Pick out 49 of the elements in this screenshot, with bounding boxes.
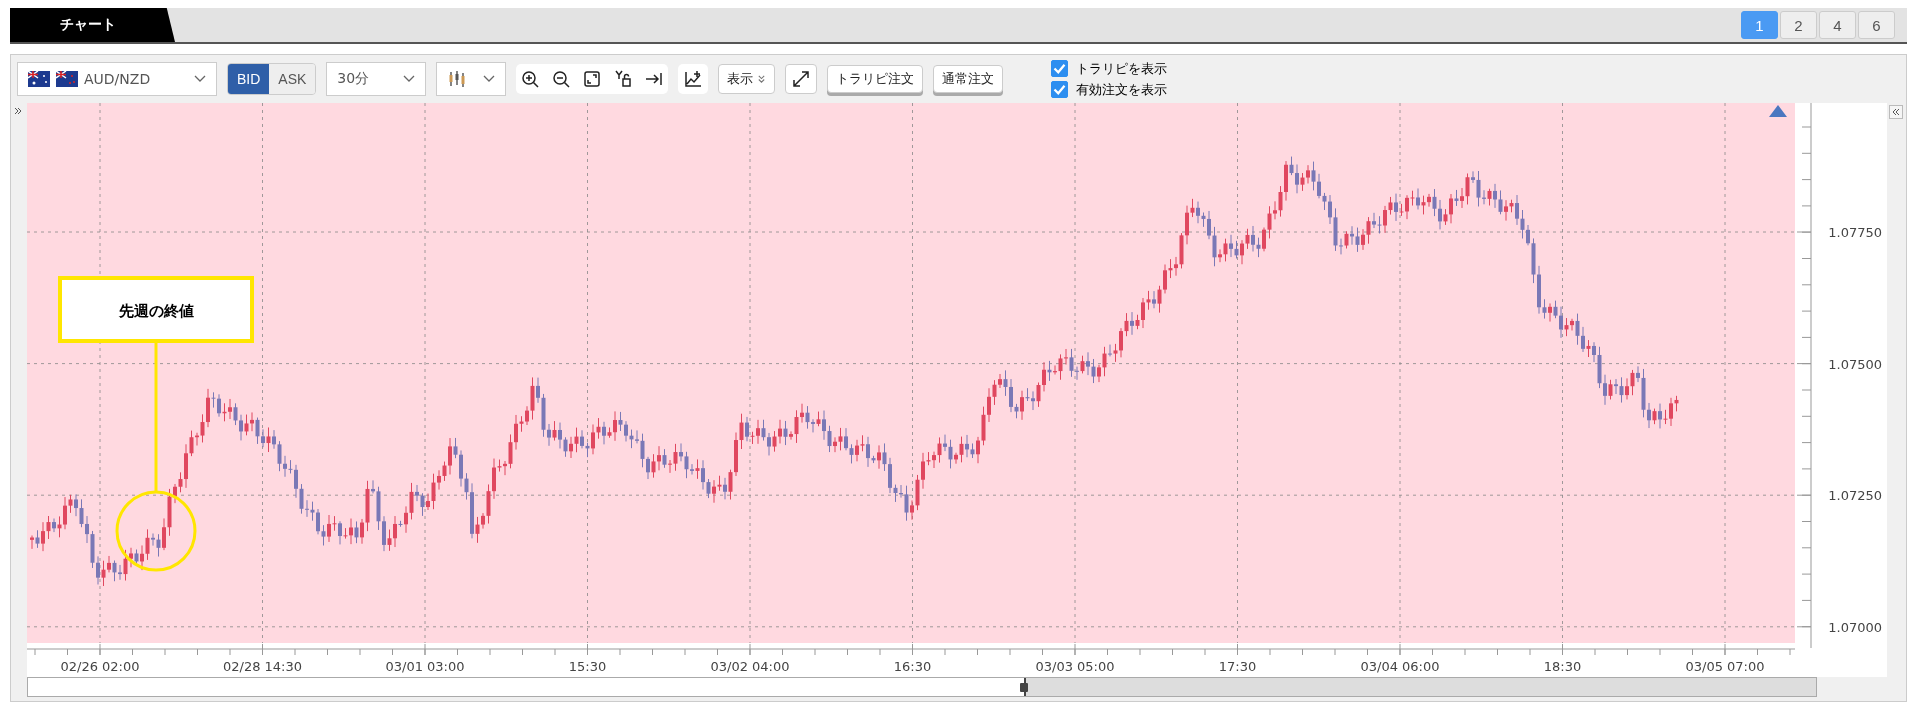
time-label: 16:30 [893,659,932,674]
fullscreen-button[interactable] [785,64,818,94]
triangle-marker-icon [1769,105,1787,117]
price-label: 1.07750 [1828,225,1882,240]
expand-left-panel-icon[interactable] [13,106,23,116]
flag-icon [28,71,50,87]
candlestick-icon [447,69,468,89]
add-indicator-icon[interactable] [678,64,709,94]
order-button[interactable]: 通常注文 [933,65,1004,93]
time-label: 03/05 07:00 [1685,659,1765,674]
price-label: 1.07250 [1828,488,1882,504]
checkbox[interactable] [1051,81,1069,98]
currency-pair-dropdown[interactable]: AUD/NZD [17,62,217,96]
price-label: 1.07000 [1828,619,1882,635]
chart-type-dropdown[interactable] [436,62,507,96]
flag-icon [56,71,78,87]
layout-button[interactable]: 6 [1858,11,1895,39]
scroller-handle[interactable] [1020,683,1028,692]
callout-label: 先週の終値 [118,302,194,320]
time-label: 02/26 02:00 [60,659,140,674]
double-chevron-down-icon [757,74,767,84]
expand-icon [791,69,812,89]
price-label: 1.07500 [1828,356,1882,372]
zoom-out-icon[interactable] [551,69,572,89]
price-side-toggle[interactable]: BID [228,64,270,94]
display-menu-button[interactable]: 表示 [718,64,776,94]
chevron-down-icon [194,75,206,83]
chart-tab[interactable]: チャート [10,8,175,42]
layout-button[interactable]: 4 [1819,11,1856,39]
time-label: 17:30 [1218,659,1257,674]
expand-right-panel-icon[interactable] [1889,105,1903,119]
timeframe-dropdown[interactable]: 30分 [326,62,427,96]
checkbox-label: トラリピを表示 [1076,59,1168,78]
time-label: 03/04 06:00 [1360,659,1440,674]
time-label: 03/02 04:00 [710,659,790,674]
time-label: 03/03 05:00 [1035,659,1115,674]
time-label: 03/01 03:00 [385,659,465,674]
chevron-down-icon [403,75,416,83]
time-label: 18:30 [1543,659,1582,674]
layout-button[interactable]: 2 [1780,11,1817,39]
checkbox-label: 有効注文を表示 [1076,80,1168,99]
y-axis-lock-icon[interactable] [613,69,634,89]
time-label: 15:30 [568,659,607,674]
fit-screen-icon[interactable] [582,69,603,89]
zoom-in-icon[interactable] [520,69,541,89]
time-label: 02/28 14:30 [222,659,303,674]
chevron-down-icon [483,75,496,83]
checkbox[interactable] [1051,60,1069,77]
order-button[interactable]: トラリピ注文 [827,65,924,93]
